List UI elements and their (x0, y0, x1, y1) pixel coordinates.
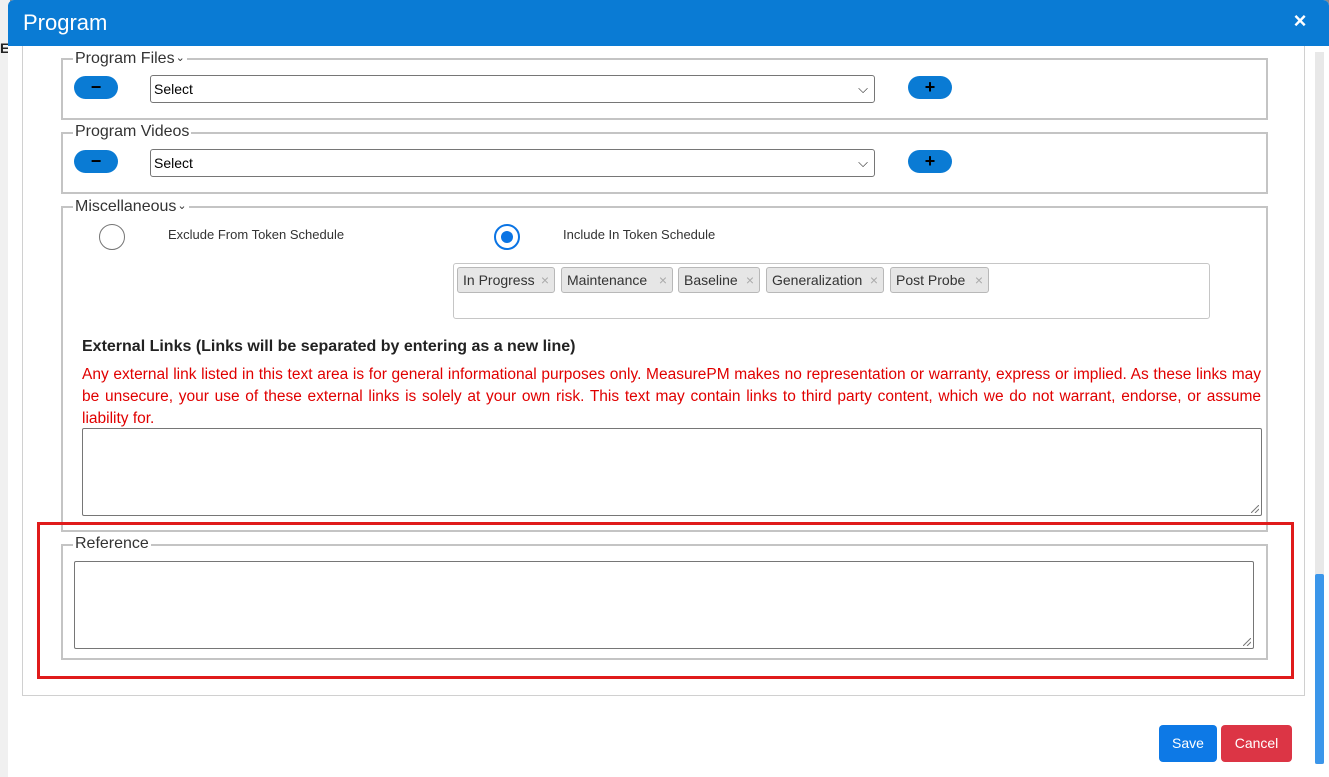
modal-title: Program (23, 10, 108, 35)
tag-label: Generalization (772, 272, 863, 288)
close-icon[interactable]: × (1289, 8, 1311, 34)
cancel-button[interactable]: Cancel (1221, 725, 1292, 762)
scrollbar-thumb[interactable] (1315, 574, 1324, 764)
plus-icon: + (924, 151, 936, 171)
tag-label: Baseline (684, 272, 738, 288)
tag-chip: Post Probe × (890, 267, 989, 293)
minus-icon: − (90, 151, 102, 171)
miscellaneous-legend-text: Miscellaneous (75, 198, 177, 215)
miscellaneous-legend[interactable]: Miscellaneous⌄ (73, 196, 189, 217)
tag-close-icon[interactable]: × (541, 268, 549, 292)
include-token-label: Include In Token Schedule (563, 227, 716, 242)
exclude-token-label: Exclude From Token Schedule (168, 227, 345, 242)
tag-label: Post Probe (896, 272, 966, 288)
program-videos-legend: Program Videos (73, 122, 192, 142)
tag-chip: In Progress × (457, 267, 555, 293)
chevron-down-icon: ⌵ (858, 155, 868, 170)
external-links-textarea[interactable] (82, 428, 1262, 516)
chevron-down-icon: ⌄ (177, 200, 187, 212)
include-token-radio[interactable] (494, 224, 520, 250)
save-button[interactable]: Save (1159, 725, 1217, 762)
remove-video-button[interactable]: − (74, 150, 118, 173)
radio-selected-dot (501, 231, 513, 243)
plus-icon: + (924, 77, 936, 97)
program-files-select[interactable]: Select ⌵ (150, 75, 875, 103)
tag-label: Maintenance (567, 272, 648, 288)
program-modal: Program × Program Files⌄ − Select ⌵ + Pr… (8, 0, 1329, 777)
modal-header: Program × (8, 0, 1329, 46)
tag-chip: Baseline × (678, 267, 760, 293)
program-files-section: Program Files⌄ − Select ⌵ + (61, 48, 1268, 120)
tag-close-icon[interactable]: × (870, 268, 878, 292)
external-links-title: External Links (Links will be separated … (82, 338, 576, 355)
resize-grip-icon[interactable] (1251, 505, 1259, 513)
chevron-down-icon: ⌄ (175, 52, 185, 64)
tag-chip: Generalization × (766, 267, 884, 293)
tag-close-icon[interactable]: × (975, 268, 983, 292)
add-video-button[interactable]: + (908, 150, 952, 173)
tag-label: In Progress (463, 272, 535, 288)
external-links-disclaimer: Any external link listed in this text ar… (82, 366, 1261, 427)
program-files-legend[interactable]: Program Files⌄ (73, 48, 187, 69)
program-files-legend-text: Program Files (75, 50, 175, 67)
tag-chip: Maintenance × (561, 267, 673, 293)
program-files-select-value: Select (154, 81, 193, 97)
minus-icon: − (90, 77, 102, 97)
program-videos-select[interactable]: Select ⌵ (150, 149, 875, 177)
exclude-token-radio[interactable] (99, 224, 125, 250)
chevron-down-icon: ⌵ (858, 81, 868, 96)
status-tag-input[interactable]: In Progress × Maintenance × Baseline × G… (453, 263, 1210, 319)
tag-close-icon[interactable]: × (746, 268, 754, 292)
program-videos-select-value: Select (154, 155, 193, 171)
tag-close-icon[interactable]: × (659, 268, 667, 292)
remove-file-button[interactable]: − (74, 76, 118, 99)
add-file-button[interactable]: + (908, 76, 952, 99)
reference-highlight-box (37, 522, 1294, 679)
program-videos-section: Program Videos − Select ⌵ + (61, 122, 1268, 194)
